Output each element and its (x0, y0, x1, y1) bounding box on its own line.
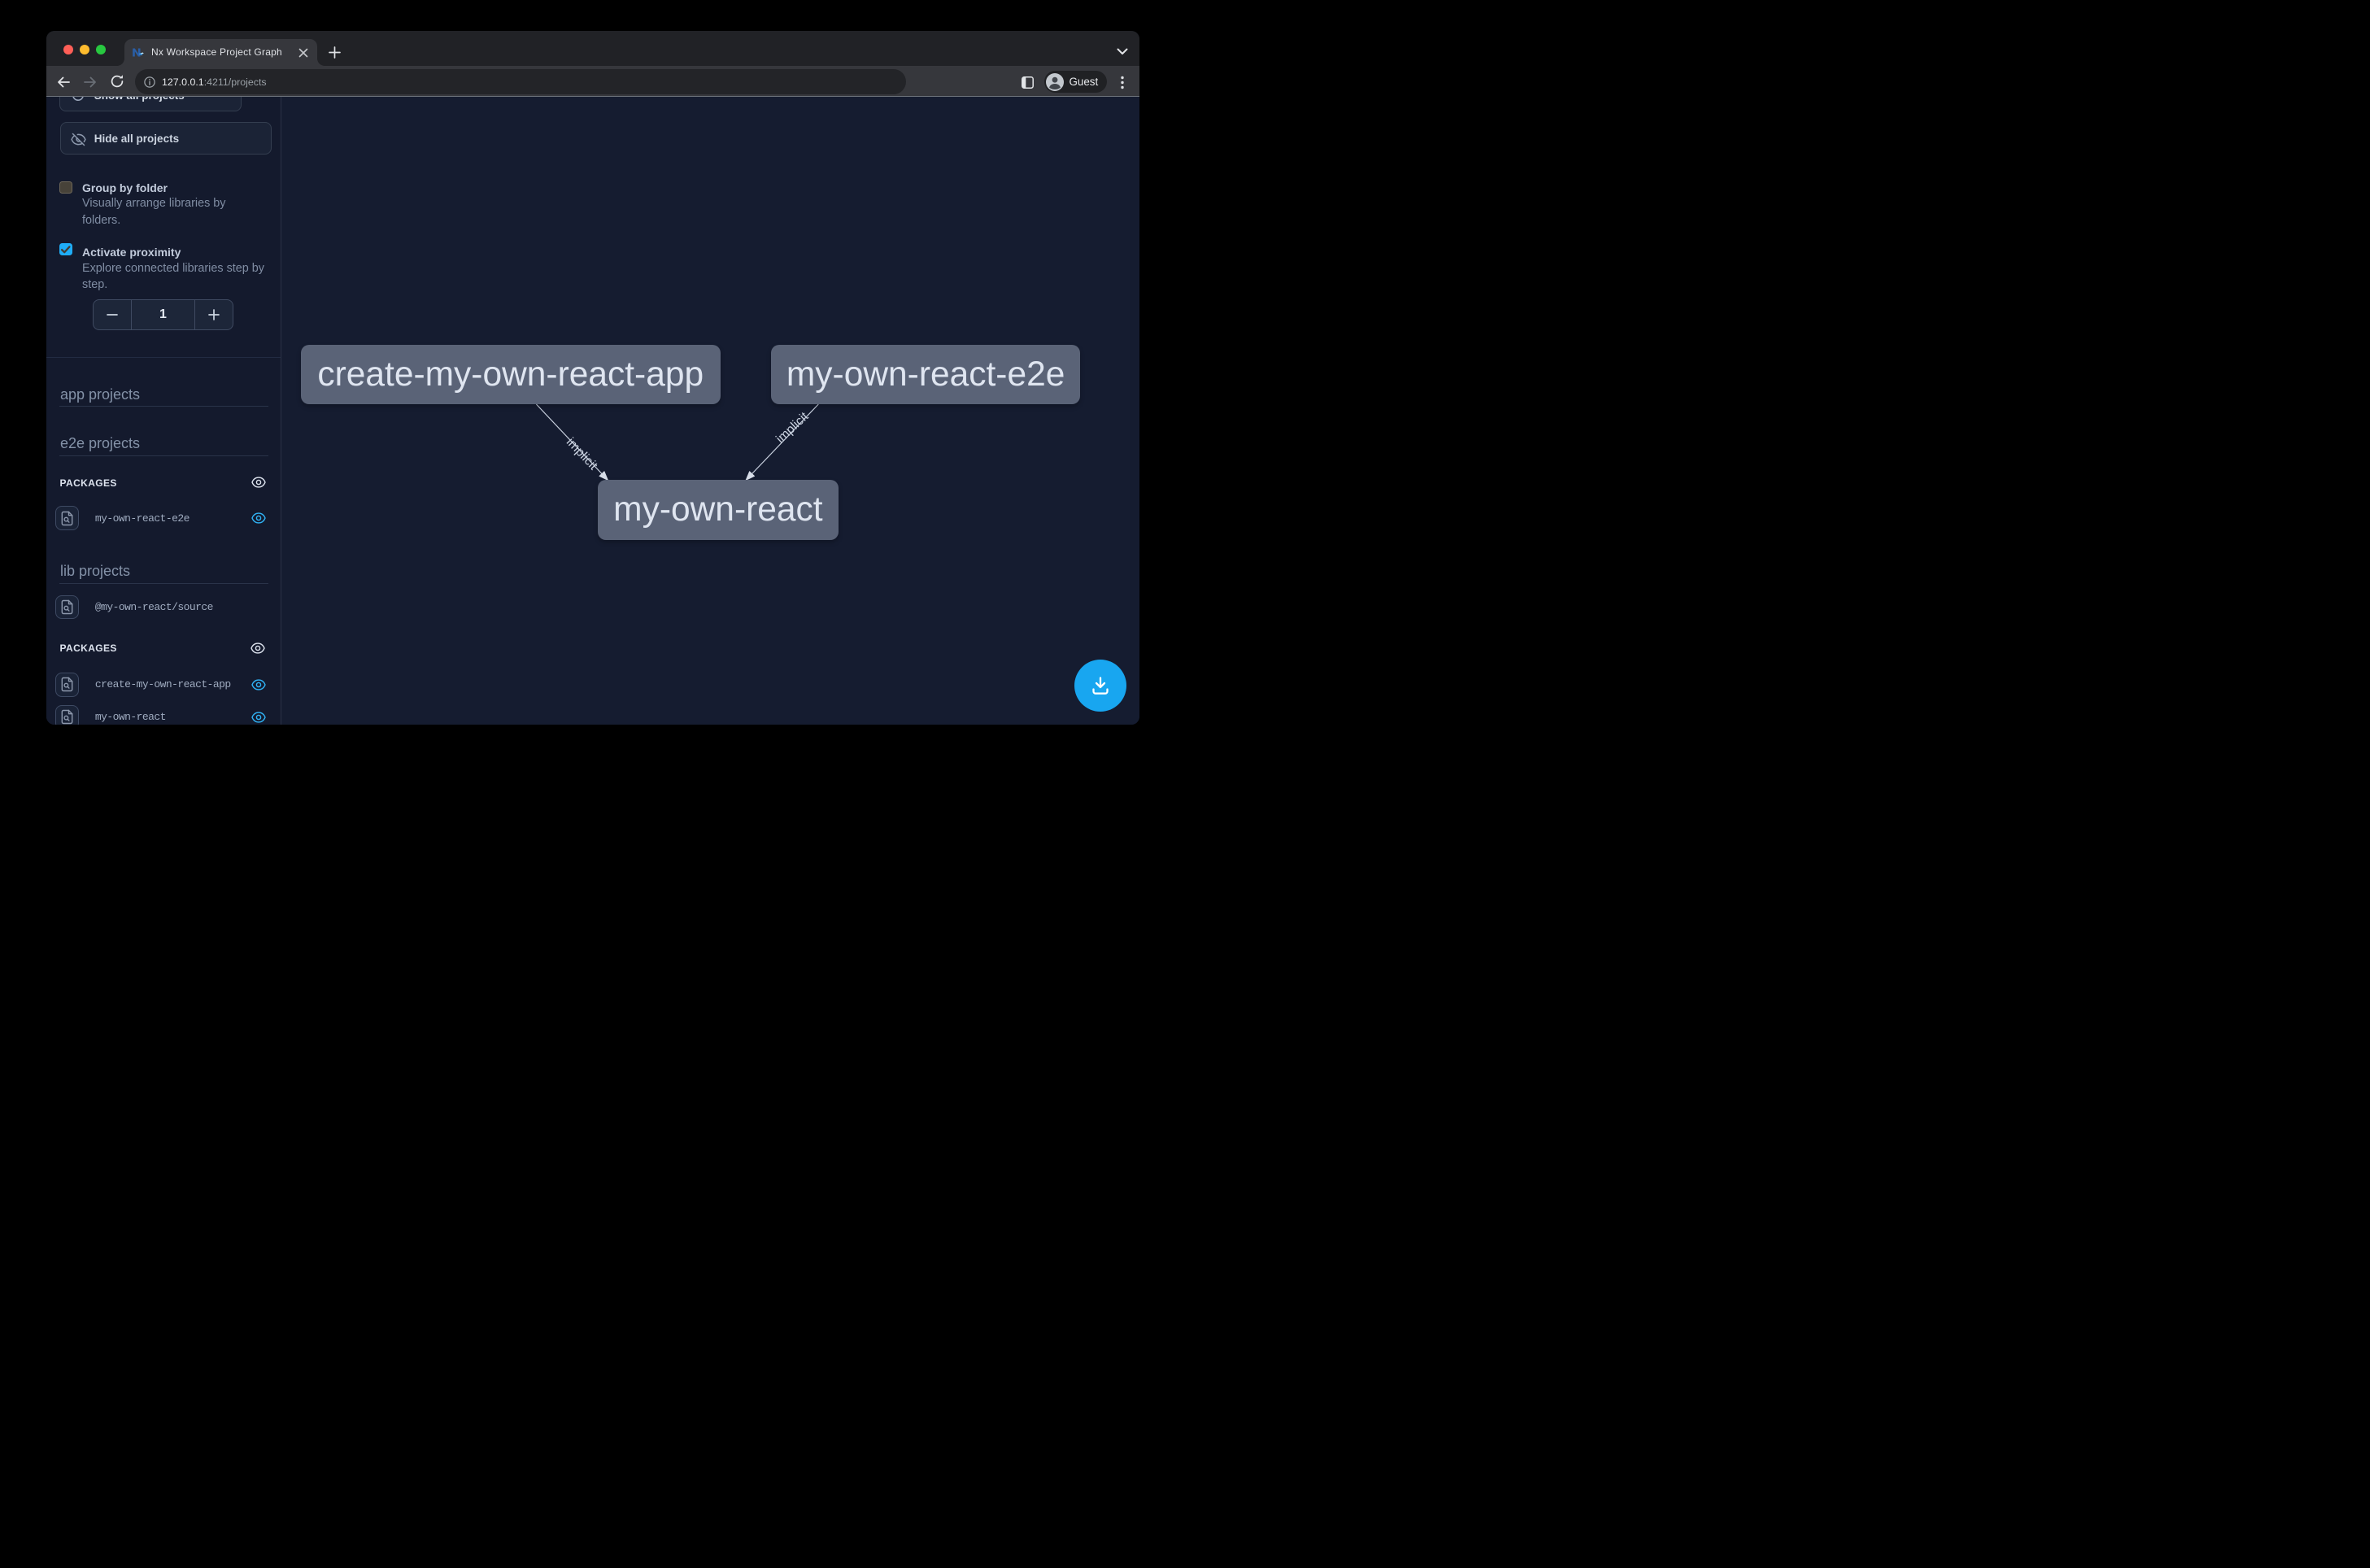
svg-text:implicit: implicit (773, 408, 811, 445)
svg-text:implicit: implicit (563, 434, 599, 473)
